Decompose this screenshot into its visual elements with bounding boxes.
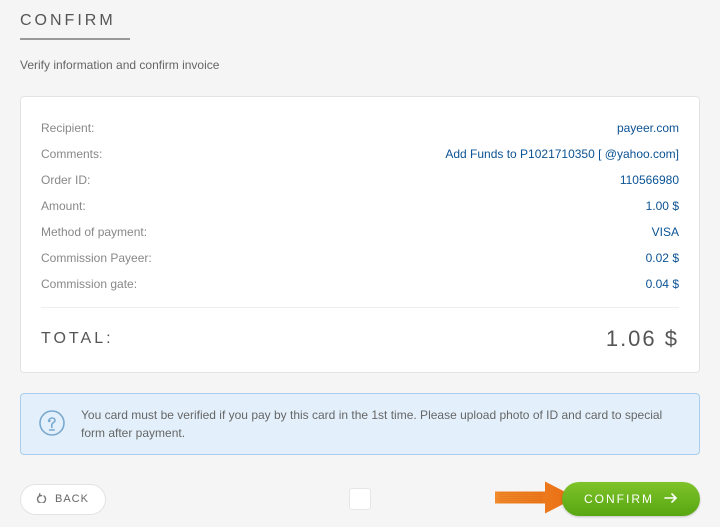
total-label: TOTAL: <box>41 330 114 348</box>
amount-label: Amount: <box>41 199 86 213</box>
back-button-label: BACK <box>55 493 89 505</box>
comm-payeer-value: 0.02 $ <box>646 251 679 265</box>
comm-gate-value: 0.04 $ <box>646 277 679 291</box>
page-title: CONFIRM <box>20 12 700 30</box>
method-value: VISA <box>652 225 679 239</box>
row-recipient: Recipient: payeer.com <box>41 115 679 141</box>
loading-indicator <box>349 488 371 510</box>
comments-value: Add Funds to P1021710350 [ @yahoo.com] <box>445 147 679 161</box>
info-icon <box>37 408 67 441</box>
total-value: 1.06 $ <box>606 326 679 352</box>
arrow-right-icon <box>664 492 678 506</box>
row-comm-payeer: Commission Payeer: 0.02 $ <box>41 245 679 271</box>
confirm-button[interactable]: CONFIRM <box>562 482 700 516</box>
row-comments: Comments: Add Funds to P1021710350 [ @ya… <box>41 141 679 167</box>
method-label: Method of payment: <box>41 225 147 239</box>
row-method: Method of payment: VISA <box>41 219 679 245</box>
comm-gate-label: Commission gate: <box>41 277 137 291</box>
back-button[interactable]: BACK <box>20 484 106 515</box>
divider <box>41 307 679 308</box>
orderid-label: Order ID: <box>41 173 90 187</box>
recipient-label: Recipient: <box>41 121 94 135</box>
info-box: You card must be verified if you pay by … <box>20 393 700 455</box>
actions-bar: BACK CONFIRM <box>20 475 700 523</box>
total-row: TOTAL: 1.06 $ <box>41 314 679 352</box>
confirm-button-label: CONFIRM <box>584 492 654 506</box>
row-comm-gate: Commission gate: 0.04 $ <box>41 271 679 297</box>
title-underline <box>20 38 130 40</box>
page-subtitle: Verify information and confirm invoice <box>20 58 700 72</box>
row-amount: Amount: 1.00 $ <box>41 193 679 219</box>
amount-value: 1.00 $ <box>646 199 679 213</box>
comments-label: Comments: <box>41 147 102 161</box>
recipient-value: payeer.com <box>617 121 679 135</box>
orderid-value: 110566980 <box>620 173 679 187</box>
info-text: You card must be verified if you pay by … <box>81 406 683 442</box>
comm-payeer-label: Commission Payeer: <box>41 251 152 265</box>
invoice-card: Recipient: payeer.com Comments: Add Fund… <box>20 96 700 373</box>
row-orderid: Order ID: 110566980 <box>41 167 679 193</box>
back-arrow-icon <box>35 493 47 506</box>
